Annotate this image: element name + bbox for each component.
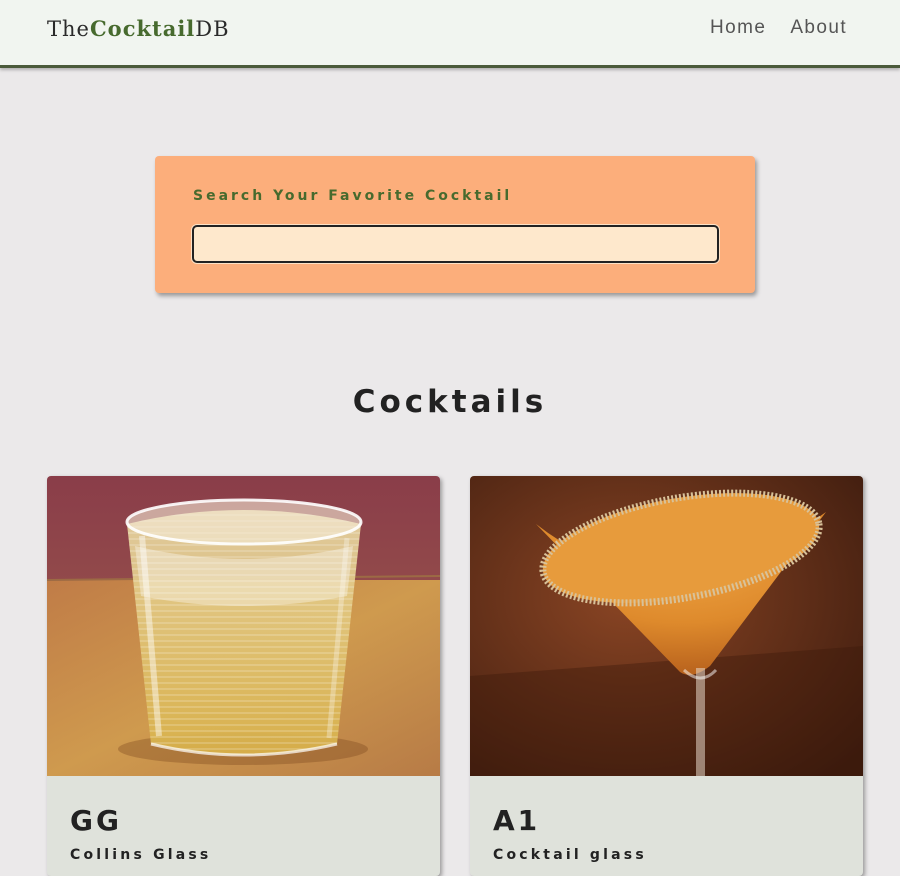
cocktail-name: GG — [70, 804, 122, 837]
section-title: Cocktails — [352, 384, 548, 420]
search-label: Search Your Favorite Cocktail — [193, 188, 513, 204]
martini-glass-photo — [470, 476, 863, 776]
nav-links: Home About — [710, 17, 847, 39]
cocktail-glass: Cocktail glass — [493, 847, 647, 863]
logo-prefix: The — [47, 17, 90, 41]
cocktail-image[interactable] — [47, 476, 440, 776]
logo-suffix: DB — [195, 17, 230, 41]
cocktail-image[interactable] — [470, 476, 863, 776]
cocktail-card[interactable]: A1 Cocktail glass — [470, 476, 863, 876]
search-form: Search Your Favorite Cocktail — [155, 156, 755, 293]
logo-highlight: Cocktail — [89, 16, 196, 41]
site-logo[interactable]: TheCocktailDB — [47, 16, 230, 41]
cocktail-card[interactable]: GG Collins Glass — [47, 476, 440, 876]
nav-link-about[interactable]: About — [790, 17, 847, 39]
cocktail-glass: Collins Glass — [70, 847, 212, 863]
tumbler-glass-photo — [47, 476, 440, 776]
navbar: TheCocktailDB Home About — [0, 0, 900, 68]
nav-link-home[interactable]: Home — [710, 17, 766, 39]
search-input[interactable] — [192, 225, 719, 263]
cocktail-name: A1 — [493, 804, 541, 837]
